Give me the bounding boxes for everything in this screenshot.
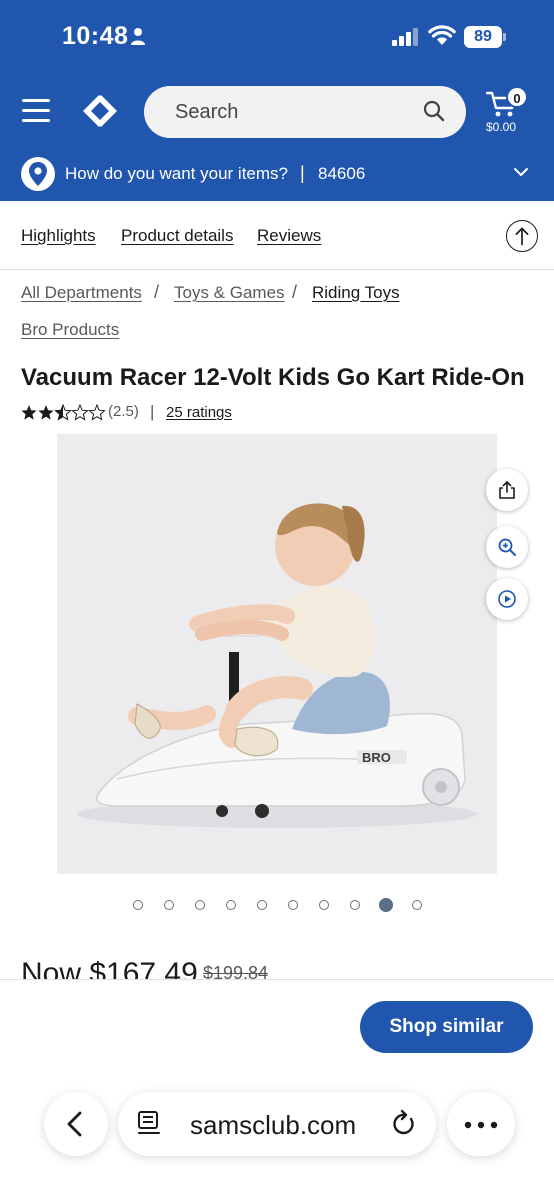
current-price: Now $167.49 xyxy=(21,957,198,979)
product-image[interactable]: BRO xyxy=(57,434,497,874)
rating-summary: (2.5) | 25 ratings xyxy=(21,402,321,424)
zoom-button[interactable] xyxy=(486,526,528,568)
browser-toolbar: samsclub.com xyxy=(0,1090,554,1160)
gallery-dot[interactable] xyxy=(226,900,236,910)
brand-link[interactable]: Bro Products xyxy=(21,320,119,340)
gallery-dot[interactable] xyxy=(195,900,205,910)
gallery-dot-active[interactable] xyxy=(379,898,393,912)
person-icon xyxy=(131,28,145,45)
play-icon xyxy=(498,590,516,608)
breadcrumb-all-departments[interactable]: All Departments xyxy=(21,283,142,303)
breadcrumb-toys-games[interactable]: Toys & Games xyxy=(174,283,285,303)
chevron-down-icon xyxy=(514,168,528,176)
section-nav: Highlights Product details Reviews xyxy=(0,201,554,270)
location-separator: | xyxy=(300,163,305,183)
url-text: samsclub.com xyxy=(190,1110,357,1140)
search-input[interactable]: Search xyxy=(144,86,466,138)
share-icon xyxy=(499,481,515,499)
cart-button[interactable]: 0 $0.00 xyxy=(484,86,540,138)
zip-code: 84606 xyxy=(318,164,366,183)
original-price: $199.84 xyxy=(203,963,269,979)
gallery-dot[interactable] xyxy=(288,900,298,910)
shop-similar-button[interactable]: Shop similar xyxy=(360,1001,533,1053)
signal-icon xyxy=(392,28,418,46)
page-menu-icon xyxy=(138,1111,160,1134)
gallery-pagination xyxy=(0,897,554,913)
ratings-link[interactable]: 25 ratings xyxy=(166,404,232,421)
battery-icon: 89 xyxy=(464,26,506,48)
gallery-dot[interactable] xyxy=(350,900,360,910)
search-placeholder: Search xyxy=(175,101,239,123)
nav-highlights[interactable]: Highlights xyxy=(21,226,96,246)
battery-level: 89 xyxy=(464,26,502,48)
product-photo: BRO xyxy=(77,503,477,828)
price-block: Now $167.49 $199.84 xyxy=(0,950,554,979)
cart-total: $0.00 xyxy=(486,120,517,134)
sams-club-logo-icon[interactable] xyxy=(80,92,120,130)
browser-back-button[interactable] xyxy=(44,1092,108,1156)
fulfillment-selector[interactable]: How do you want your items? | 84606 xyxy=(0,151,554,197)
breadcrumb-riding-toys[interactable]: Riding Toys xyxy=(312,283,400,303)
gallery-dot[interactable] xyxy=(319,900,329,910)
chevron-left-icon xyxy=(67,1111,82,1137)
nav-product-details[interactable]: Product details xyxy=(121,226,233,246)
breadcrumb-separator: / xyxy=(292,282,298,302)
cart-count-badge: 0 xyxy=(506,86,528,108)
back-to-top-icon[interactable] xyxy=(506,220,538,252)
rating-value: (2.5) xyxy=(108,403,139,420)
gallery-dot[interactable] xyxy=(133,900,143,910)
gallery-dot[interactable] xyxy=(257,900,267,910)
search-icon[interactable] xyxy=(422,99,446,123)
wifi-icon xyxy=(428,25,456,45)
gallery-dot[interactable] xyxy=(412,900,422,910)
header-row: Search 0 $0.00 xyxy=(0,82,554,142)
zoom-in-icon xyxy=(498,538,516,556)
menu-icon[interactable] xyxy=(22,99,50,123)
breadcrumb-separator: / xyxy=(154,282,160,302)
app-header: 10:48 89 Search 0 $0.00 How do you want … xyxy=(0,0,554,201)
location-pin-icon xyxy=(21,157,55,191)
more-icon xyxy=(464,1121,498,1129)
clock: 10:48 xyxy=(62,22,129,50)
star-rating-icon xyxy=(21,404,105,421)
fulfillment-question: How do you want your items? xyxy=(65,164,288,183)
svg-text:BRO: BRO xyxy=(362,750,391,765)
play-video-button[interactable] xyxy=(486,578,528,620)
browser-more-button[interactable] xyxy=(447,1092,515,1156)
status-bar: 10:48 89 xyxy=(0,0,554,76)
nav-reviews[interactable]: Reviews xyxy=(257,226,321,246)
address-bar[interactable]: samsclub.com xyxy=(118,1092,436,1156)
reload-icon[interactable] xyxy=(390,1109,418,1139)
product-title: Vacuum Racer 12-Volt Kids Go Kart Ride-O… xyxy=(21,364,525,391)
rating-separator: | xyxy=(150,402,155,421)
share-button[interactable] xyxy=(486,469,528,511)
gallery-dot[interactable] xyxy=(164,900,174,910)
